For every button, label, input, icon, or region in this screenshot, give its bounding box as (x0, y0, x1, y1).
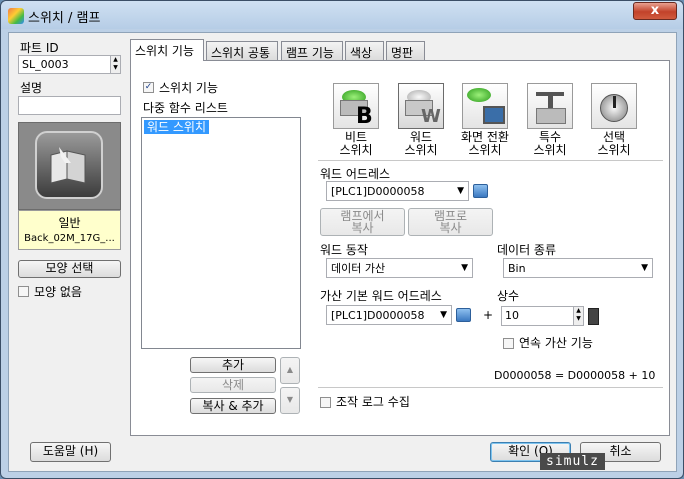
data-type-combo[interactable]: Bin ▼ (503, 258, 653, 278)
dialog-window: 스위치 / 램프 x 파트 ID SL_0003 ▲ ▼ 설명 일반 Back_0… (0, 0, 684, 479)
add-button[interactable]: 추가 (190, 357, 276, 373)
tab-nameplate[interactable]: 명판 (386, 41, 425, 60)
chevron-down-icon: ▼ (457, 186, 464, 196)
base-address-keypad-icon[interactable] (456, 308, 471, 322)
multi-function-list-label: 다중 함수 리스트 (143, 101, 228, 115)
word-letter-icon: W (421, 106, 441, 127)
tab-color[interactable]: 색상 (345, 41, 384, 60)
no-shape-label: 모양 없음 (34, 285, 82, 299)
knob-pointer-icon (613, 96, 616, 108)
chevron-down-icon: ▼ (440, 310, 447, 320)
no-shape-checkbox[interactable] (18, 286, 29, 297)
constant-label: 상수 (497, 289, 520, 303)
book-icon (50, 147, 86, 184)
shape-info: 일반 Back_02M_17G_... (18, 210, 121, 250)
word-address-label: 워드 어드레스 (320, 167, 391, 181)
operation-log-checkbox[interactable] (320, 397, 331, 408)
switch-function-checkbox[interactable]: ✓ (143, 82, 154, 93)
word-action-combo[interactable]: 데이터 가산 ▼ (326, 258, 473, 278)
base-address-combo[interactable]: [PLC1]D0000058 ▼ (326, 305, 452, 325)
description-field[interactable] (18, 96, 121, 115)
monitor-icon (483, 106, 505, 124)
part-id-field[interactable]: SL_0003 ▲ ▼ (18, 55, 121, 74)
app-icon (8, 8, 24, 24)
window-title: 스위치 / 램프 (28, 11, 101, 26)
part-id-label: 파트 ID (20, 41, 59, 55)
handle-stem-icon (548, 94, 553, 108)
list-item[interactable]: 워드 스위치 (144, 120, 210, 134)
close-button[interactable]: x (633, 2, 677, 20)
copy-from-lamp-button[interactable]: 램프에서 복사 (320, 208, 405, 236)
word-address-combo[interactable]: [PLC1]D0000058 ▼ (326, 181, 469, 201)
delete-button[interactable]: 삭제 (190, 377, 276, 393)
bit-letter-icon: B (356, 104, 373, 129)
tab-switch-function[interactable]: 스위치 기능 (130, 39, 204, 61)
data-type-label: 데이터 종류 (497, 243, 557, 257)
shape-category: 일반 (58, 216, 81, 230)
screen-change-switch-label: 화면 전환 스위치 (461, 130, 509, 157)
operation-log-label: 조작 로그 수집 (336, 395, 410, 409)
switch-function-panel: ✓ 스위치 기능 다중 함수 리스트 워드 스위치 추가 삭제 복사 & 추가 … (130, 60, 670, 436)
word-address-value: [PLC1]D0000058 (331, 185, 425, 198)
word-switch-button[interactable]: W (398, 83, 444, 129)
data-type-value: Bin (508, 262, 526, 275)
word-switch-label: 워드 스위치 (404, 130, 438, 157)
help-button[interactable]: 도움말 (H) (30, 442, 111, 462)
special-switch-button[interactable] (527, 83, 573, 129)
move-up-button[interactable]: ▲ (280, 357, 300, 384)
plus-sign: + (483, 308, 494, 322)
tab-switch-common[interactable]: 스위치 공통 (206, 41, 278, 60)
dialog-client: 파트 ID SL_0003 ▲ ▼ 설명 일반 Back_02M_17G_... … (8, 32, 677, 472)
bit-switch-label: 비트 스위치 (339, 130, 373, 157)
tab-lamp-function[interactable]: 램프 기능 (281, 41, 343, 60)
bit-switch-button[interactable]: B (333, 83, 379, 129)
title-bar[interactable]: 스위치 / 램프 x (1, 1, 683, 29)
description-label: 설명 (20, 81, 43, 95)
part-id-spinner[interactable]: ▲ ▼ (110, 56, 120, 73)
chevron-down-icon: ▼ (641, 263, 648, 273)
selector-switch-button[interactable] (591, 83, 637, 129)
switch-function-enable-label: 스위치 기능 (159, 81, 219, 95)
green-button-icon (467, 88, 491, 102)
shape-preview (18, 122, 121, 210)
formula-text: D0000058 = D0000058 + 10 (494, 369, 656, 382)
base-address-value: [PLC1]D0000058 (331, 309, 425, 322)
chevron-down-icon: ▼ (461, 263, 468, 273)
constant-keypad-icon[interactable] (588, 308, 599, 325)
screen-change-switch-button[interactable] (462, 83, 508, 129)
continuous-add-label: 연속 가산 기능 (519, 336, 593, 350)
constant-field[interactable]: 10 ▲ ▼ (501, 306, 584, 326)
divider (318, 160, 663, 161)
word-action-label: 워드 동작 (320, 243, 368, 257)
shape-name: Back_02M_17G_... (24, 233, 115, 244)
constant-value: 10 (505, 309, 519, 322)
multi-function-list[interactable]: 워드 스위치 (141, 117, 301, 349)
switch-base-icon (536, 108, 566, 124)
word-action-value: 데이터 가산 (331, 262, 386, 275)
address-keypad-icon[interactable] (473, 184, 488, 198)
base-address-label: 가산 기본 워드 어드레스 (320, 289, 442, 303)
copy-add-button[interactable]: 복사 & 추가 (190, 398, 276, 414)
selector-switch-label: 선택 스위치 (597, 130, 631, 157)
continuous-add-checkbox[interactable] (503, 338, 514, 349)
watermark: simulz (540, 453, 605, 470)
constant-spinner[interactable]: ▲ ▼ (573, 307, 583, 325)
special-switch-label: 특수 스위치 (533, 130, 567, 157)
part-id-value: SL_0003 (22, 58, 69, 71)
shape-thumbnail (35, 131, 103, 199)
move-down-button[interactable]: ▼ (280, 387, 300, 414)
select-shape-button[interactable]: 모양 선택 (18, 260, 121, 278)
divider (318, 387, 663, 388)
copy-to-lamp-button[interactable]: 램프로 복사 (408, 208, 493, 236)
